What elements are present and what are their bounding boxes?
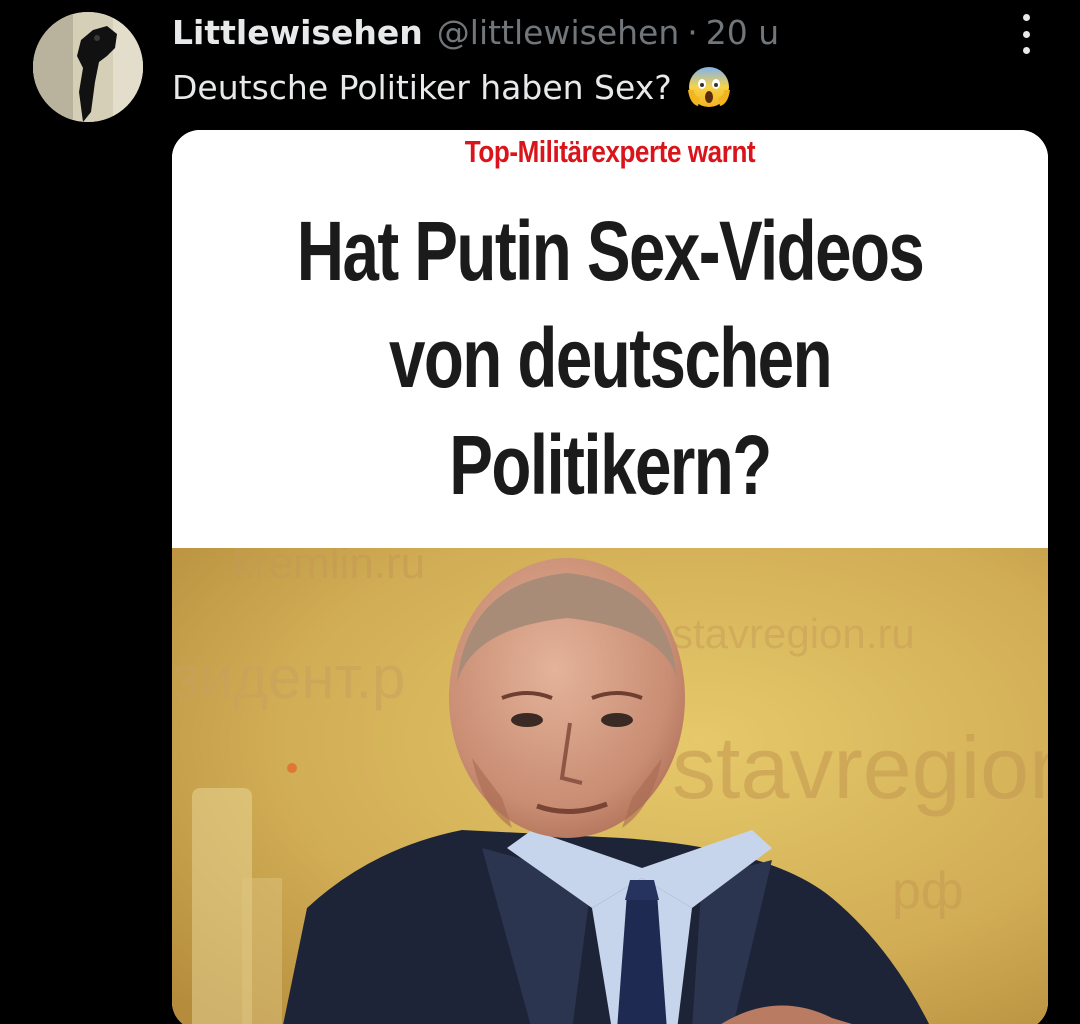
- backdrop-text: зидент.р: [172, 644, 405, 711]
- backdrop-text: stavregion.ru: [672, 610, 915, 657]
- headline-line: Politikern?: [449, 418, 772, 512]
- backdrop-text: stavregion: [672, 718, 1048, 817]
- backdrop-text: рф: [892, 862, 964, 920]
- media-image[interactable]: Top-Militärexperte warnt Hat Putin Sex-V…: [172, 130, 1048, 1024]
- display-name[interactable]: Littlewisehen: [172, 13, 423, 52]
- backdrop-text: kremlin.ru: [232, 548, 425, 588]
- post-header: Littlewisehen @littlewisehen · 20 u: [172, 10, 779, 54]
- user-handle[interactable]: @littlewisehen: [437, 13, 679, 52]
- tweet[interactable]: Littlewisehen @littlewisehen · 20 u Deut…: [0, 0, 1080, 1024]
- separator: ·: [687, 12, 698, 52]
- avatar[interactable]: [33, 12, 143, 122]
- more-options-icon[interactable]: [1014, 14, 1038, 54]
- headline-line: Hat Putin Sex-Videos: [296, 204, 925, 298]
- timestamp[interactable]: 20 u: [706, 13, 779, 52]
- headline-line: von deutschen: [388, 311, 833, 405]
- article-photo: kremlin.ru зидент.р stavregion.ru stavre…: [172, 548, 1048, 1024]
- article-header: Top-Militärexperte warnt Hat Putin Sex-V…: [172, 130, 1048, 548]
- face-screaming-in-fear-icon: [686, 64, 732, 110]
- post-text-row: Deutsche Politiker haben Sex?: [172, 62, 732, 112]
- article-headline: Hat Putin Sex-Videos von deutschen Polit…: [268, 198, 951, 519]
- article-kicker: Top-Militärexperte warnt: [464, 134, 756, 169]
- post-text: Deutsche Politiker haben Sex?: [172, 67, 672, 107]
